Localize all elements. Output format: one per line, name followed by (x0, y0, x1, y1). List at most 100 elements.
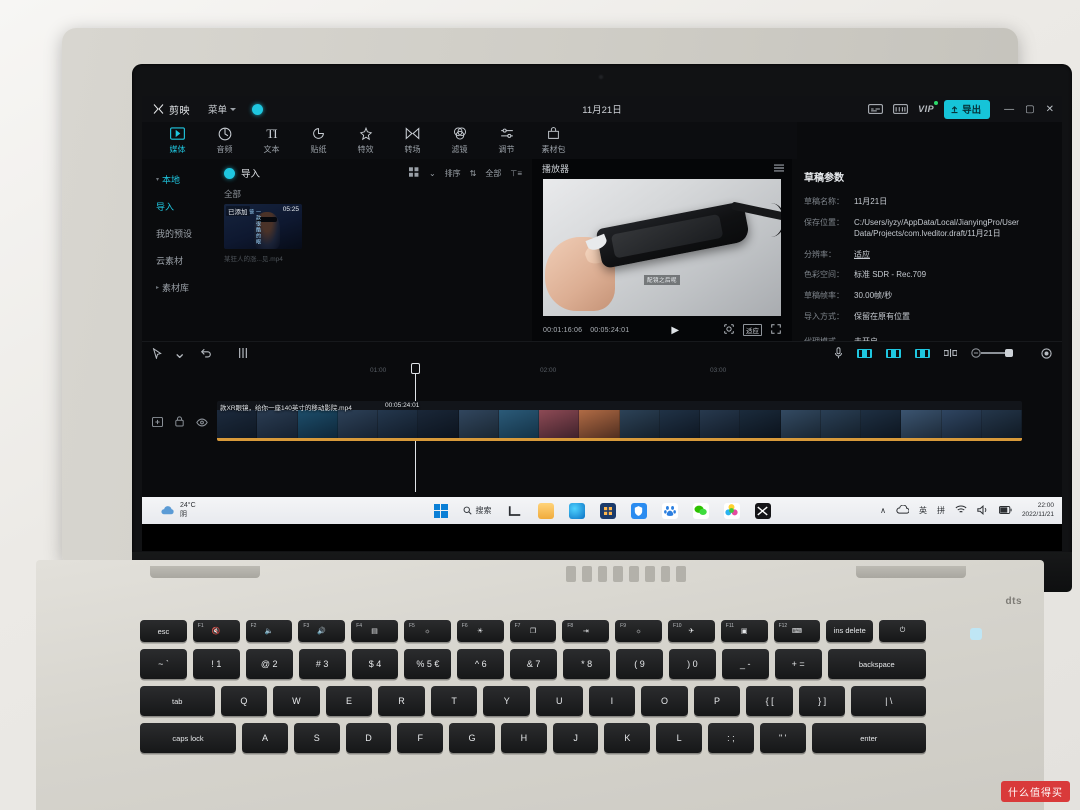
start-button-icon[interactable] (434, 504, 448, 518)
subtitle-icon[interactable] (868, 103, 883, 115)
key-7[interactable]: & 7 (510, 649, 557, 679)
volume-icon[interactable] (977, 505, 989, 517)
player-preview[interactable]: 配镜之后呢 (543, 179, 781, 316)
key-9[interactable]: ( 9 (616, 649, 663, 679)
key-f8-project[interactable]: F8⇥ (562, 620, 609, 642)
timeline-ruler[interactable]: 01:00 02:00 03:00 (142, 364, 1062, 380)
tab-adjust[interactable]: 调节 (483, 126, 530, 155)
select-cursor-icon[interactable] (152, 348, 163, 359)
photos-icon[interactable] (724, 503, 740, 519)
key-f[interactable]: F (397, 723, 443, 753)
keyboard-shortcuts-icon[interactable] (893, 103, 908, 115)
key-p[interactable]: P (694, 686, 741, 716)
key-o[interactable]: O (641, 686, 688, 716)
key-h[interactable]: H (501, 723, 547, 753)
key-t[interactable]: T (431, 686, 478, 716)
sort-icon[interactable]: ⇅ (470, 169, 477, 178)
onedrive-icon[interactable] (896, 505, 909, 516)
key-f1-mute[interactable]: F1🔇 (193, 620, 240, 642)
minimize-button[interactable]: — (1004, 104, 1014, 115)
key-f9-keylight[interactable]: F9☼ (615, 620, 662, 642)
microsoft-store-icon[interactable] (600, 503, 616, 519)
key-f3-volup[interactable]: F3🔊 (298, 620, 345, 642)
import-plus-icon[interactable] (224, 168, 235, 179)
crop-icon[interactable] (915, 349, 930, 358)
key-0[interactable]: ) 0 (669, 649, 716, 679)
key-backtick[interactable]: ~ ` (140, 649, 187, 679)
wifi-icon[interactable] (955, 505, 967, 516)
filter-button[interactable]: 全部 (485, 168, 501, 179)
microphone-icon[interactable] (834, 347, 843, 359)
wechat-icon[interactable] (693, 503, 709, 519)
sort-button[interactable]: 排序 (445, 168, 461, 179)
key-esc[interactable]: esc (140, 620, 187, 642)
view-chevron-icon[interactable]: ⌄ (429, 169, 436, 178)
keyframe-icon[interactable] (886, 349, 901, 358)
key-w[interactable]: W (273, 686, 320, 716)
tab-effects[interactable]: 特效 (342, 126, 389, 155)
key-s[interactable]: S (294, 723, 340, 753)
play-button[interactable]: ▶ (671, 325, 679, 336)
media-thumbnail[interactable]: 一款很酷的眼镜 已添加 05:25 (224, 204, 302, 249)
key-a[interactable]: A (242, 723, 288, 753)
key-e[interactable]: E (326, 686, 373, 716)
key-6[interactable]: ^ 6 (457, 649, 504, 679)
magnify-icon[interactable] (724, 324, 734, 336)
sidebar-item-import[interactable]: 导入 (142, 193, 212, 220)
key-quote[interactable]: " ' (760, 723, 806, 753)
taskbar-clock[interactable]: 22:00 2022/11/21 (1022, 502, 1054, 519)
key-enter[interactable]: enter (812, 723, 926, 753)
playhead-handle[interactable] (411, 363, 420, 374)
maximize-button[interactable]: ▢ (1025, 104, 1034, 115)
sidebar-item-presets[interactable]: 我的预设 (142, 220, 212, 247)
key-bracket-left[interactable]: { [ (746, 686, 793, 716)
undo-icon[interactable] (200, 348, 212, 359)
key-f11-screenshot[interactable]: F11▣ (721, 620, 768, 642)
grid-view-icon[interactable] (409, 167, 420, 179)
key-semicolon[interactable]: : ; (708, 723, 754, 753)
key-f7-display[interactable]: F7❐ (510, 620, 557, 642)
add-track-icon[interactable] (152, 414, 163, 432)
split-icon[interactable] (238, 347, 248, 359)
key-d[interactable]: D (346, 723, 392, 753)
lock-icon[interactable] (175, 414, 184, 432)
key-tab[interactable]: tab (140, 686, 215, 716)
key-u[interactable]: U (536, 686, 583, 716)
jianying-icon[interactable] (755, 503, 771, 519)
key-3[interactable]: # 3 (299, 649, 346, 679)
filter-list-icon[interactable]: ⊤≡ (510, 169, 522, 178)
cursor-dropdown-icon[interactable]: ⌄ (173, 343, 186, 363)
key-f4-touchpad[interactable]: F4▤ (351, 620, 398, 642)
sidebar-item-local[interactable]: ▾ 本地 (142, 166, 212, 193)
key-equals[interactable]: + = (775, 649, 822, 679)
vip-badge[interactable]: VIP (918, 104, 934, 114)
key-i[interactable]: I (589, 686, 636, 716)
key-capslock[interactable]: caps lock (140, 723, 236, 753)
fit-mode-button[interactable]: 适应 (743, 324, 762, 336)
tray-expand-icon[interactable]: ∧ (880, 506, 886, 515)
sidebar-item-library[interactable]: ▸ 素材库 (142, 274, 212, 301)
baidu-icon[interactable] (662, 503, 678, 519)
tab-media[interactable]: 媒体 (154, 126, 201, 155)
fullscreen-icon[interactable] (771, 324, 781, 336)
task-view-icon[interactable] (507, 503, 523, 519)
key-power[interactable]: ⏻ (879, 620, 926, 642)
sidebar-item-cloud[interactable]: 云素材 (142, 247, 212, 274)
key-f10-airplane[interactable]: F10✈ (668, 620, 715, 642)
export-button[interactable]: 导出 (944, 100, 990, 119)
menu-button[interactable]: 菜单 (208, 102, 236, 116)
key-2[interactable]: @ 2 (246, 649, 293, 679)
key-k[interactable]: K (604, 723, 650, 753)
tab-transition[interactable]: 转场 (389, 126, 436, 155)
settings-icon[interactable] (1041, 348, 1052, 359)
ime-english-icon[interactable]: 英 (919, 505, 927, 516)
tab-text[interactable]: TI 文本 (248, 126, 295, 155)
key-8[interactable]: * 8 (563, 649, 610, 679)
key-1[interactable]: ! 1 (193, 649, 240, 679)
key-f5-brightdown[interactable]: F5☼ (404, 620, 451, 642)
key-j[interactable]: J (553, 723, 599, 753)
timeline-zoom-slider[interactable] (971, 348, 1013, 358)
battery-icon[interactable] (999, 506, 1012, 516)
import-button-label[interactable]: 导入 (241, 166, 260, 180)
sync-status-icon[interactable] (252, 104, 263, 115)
